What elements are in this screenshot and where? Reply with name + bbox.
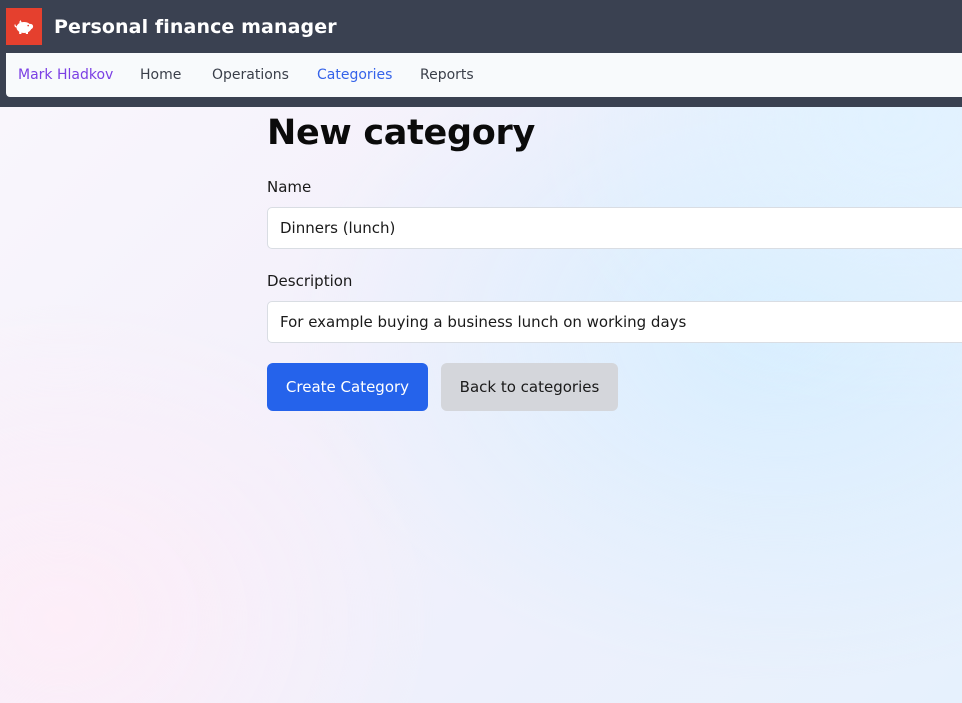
brand[interactable]: Personal finance manager [6,8,337,45]
top-navbar: Personal finance manager Mark Hladkov Ho… [0,0,962,107]
back-to-categories-button[interactable]: Back to categories [441,363,618,411]
nav-item-reports[interactable]: Reports [420,67,474,83]
description-input[interactable] [267,301,962,343]
page-title: New category [267,113,535,153]
app-title: Personal finance manager [54,15,337,38]
nav-item-operations[interactable]: Operations [212,67,289,83]
description-label: Description [267,272,353,290]
nav-bar: Mark Hladkov Home Operations Categories … [6,53,962,97]
create-category-button[interactable]: Create Category [267,363,428,411]
name-label: Name [267,178,312,196]
nav-item-home[interactable]: Home [140,67,181,83]
nav-item-categories[interactable]: Categories [317,67,392,83]
name-input[interactable] [267,207,962,249]
nav-user-link[interactable]: Mark Hladkov [18,67,113,83]
piggy-bank-icon [6,8,42,45]
